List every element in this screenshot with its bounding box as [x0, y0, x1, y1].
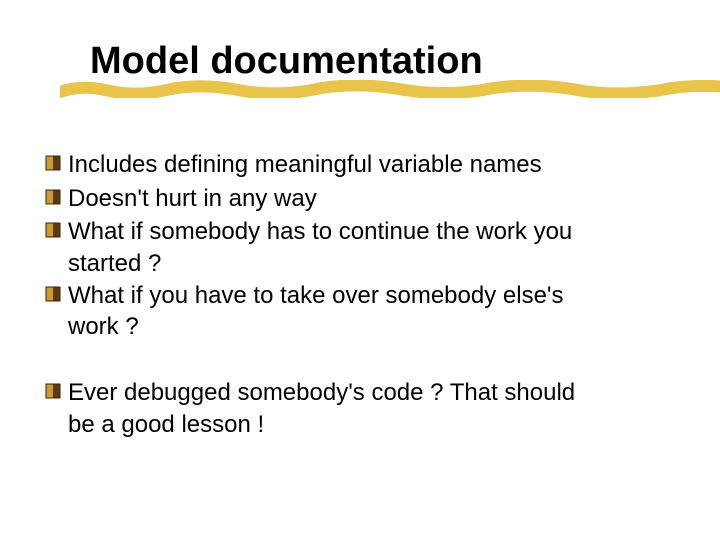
bullet-icon: [44, 382, 62, 400]
slide-title: Model documentation: [90, 40, 680, 83]
slide: Model documentation Includes defining me…: [0, 0, 720, 540]
bullet-text: Ever debugged somebody's code ? That sho…: [68, 377, 672, 409]
bullet-text: Doesn't hurt in any way: [68, 183, 317, 215]
bullet-icon: [44, 221, 62, 239]
bullet-text-cont: started ?: [44, 248, 672, 280]
list-item: Ever debugged somebody's code ? That sho…: [44, 377, 672, 409]
bullet-text-cont: be a good lesson !: [44, 409, 672, 441]
list-item: What if you have to take over somebody e…: [44, 280, 672, 312]
bullet-icon: [44, 188, 62, 206]
list-item: What if somebody has to continue the wor…: [44, 216, 672, 248]
bullet-icon: [44, 285, 62, 303]
bullet-text: What if you have to take over somebody e…: [68, 280, 672, 312]
list-item: Includes defining meaningful variable na…: [44, 149, 672, 181]
list-item: Doesn't hurt in any way: [44, 183, 672, 215]
bullet-list: Includes defining meaningful variable na…: [40, 149, 680, 440]
bullet-text-cont: work ?: [44, 311, 672, 343]
bullet-text: Includes defining meaningful variable na…: [68, 149, 542, 181]
bullet-text: What if somebody has to continue the wor…: [68, 216, 672, 248]
title-block: Model documentation: [90, 40, 680, 83]
bullet-icon: [44, 154, 62, 172]
